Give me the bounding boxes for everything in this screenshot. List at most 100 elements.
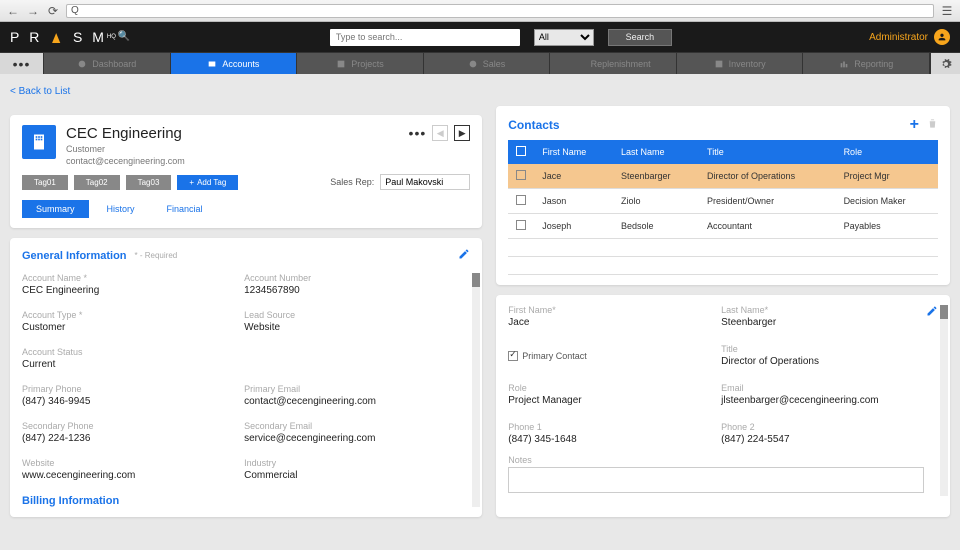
subtab-financial[interactable]: Financial [153,200,217,218]
field-value: Jace [508,317,711,328]
field-value: www.cecengineering.com [22,470,234,481]
sales-rep-label: Sales Rep: [330,177,374,187]
contacts-title: Contacts [508,118,559,132]
account-email-line: contact@cecengineering.com [66,156,185,166]
field-value: Commercial [244,470,456,481]
tag-chip[interactable]: Tag03 [126,175,172,190]
delete-contact-button[interactable] [927,118,938,132]
primary-contact-checkbox[interactable]: Primary Contact [508,344,711,367]
tab-dashboard[interactable]: Dashboard [44,53,171,74]
field-label: Notes [508,455,924,465]
notes-textarea[interactable] [508,467,924,493]
col-header[interactable]: Last Name [613,140,699,164]
back-icon[interactable]: ← [6,4,20,18]
logo: P R ▲ S MHQ [10,29,116,45]
field-value: Current [22,359,234,370]
tag-chip[interactable]: Tag02 [74,175,120,190]
field-value: (847) 224-5547 [721,434,924,445]
subtab-summary[interactable]: Summary [22,200,89,218]
field-value: CEC Engineering [22,285,234,296]
sales-rep-input[interactable] [380,174,470,190]
search-filter-select[interactable]: All [534,29,594,46]
tab-accounts[interactable]: Accounts [171,53,298,74]
field-value: jlsteenbarger@cecengineering.com [721,395,924,406]
field-label: Title [721,344,924,354]
url-bar[interactable]: Q [66,4,934,18]
row-checkbox[interactable] [516,170,526,180]
next-record-button[interactable]: ▶ [454,125,470,141]
col-header[interactable]: First Name [534,140,613,164]
nav-more-button[interactable]: ••• [0,53,44,74]
table-row [508,257,938,275]
field-label: Account Number [244,273,456,283]
field-value: Project Manager [508,395,711,406]
required-note: * - Required [135,251,178,260]
account-type-line: Customer [66,144,185,154]
subtab-history[interactable]: History [93,200,149,218]
account-more-icon[interactable]: ••• [409,125,427,141]
general-info-panel: General Information * - Required Account… [10,238,482,517]
plus-icon: + [189,178,194,187]
scrollbar-track[interactable] [472,273,480,507]
app-header: P R ▲ S MHQ 🔍 All Search Administrator [0,22,960,52]
user-menu[interactable]: Administrator [869,29,950,45]
table-row[interactable]: JasonZioloPresident/OwnerDecision Maker [508,189,938,214]
global-search-input[interactable] [330,29,520,46]
tab-projects[interactable]: Projects [297,53,424,74]
col-header[interactable]: Role [836,140,938,164]
tab-replenishment[interactable]: Replenishment [550,53,677,74]
field-label: Account Name * [22,273,234,283]
billing-section-title: Billing Information [22,495,456,507]
add-contact-button[interactable]: + [910,116,919,134]
select-all-checkbox[interactable] [516,146,526,156]
field-label: Last Name* [721,305,924,315]
field-label: Lead Source [244,310,456,320]
field-value: contact@cecengineering.com [244,396,456,407]
tab-inventory[interactable]: Inventory [677,53,804,74]
scrollbar-thumb[interactable] [940,305,948,319]
field-value: service@cecengineering.com [244,433,456,444]
field-label: Primary Phone [22,384,234,394]
field-label: Email [721,383,924,393]
scrollbar-thumb[interactable] [472,273,480,287]
field-label: Account Type * [22,310,234,320]
tab-reporting[interactable]: Reporting [803,53,930,74]
tab-sales[interactable]: Sales [424,53,551,74]
settings-button[interactable] [930,53,960,74]
tag-chip[interactable]: Tag01 [22,175,68,190]
field-label: Phone 2 [721,422,924,432]
field-label: Secondary Email [244,421,456,431]
field-label: First Name* [508,305,711,315]
row-checkbox[interactable] [516,195,526,205]
browser-menu-icon[interactable]: ☰ [940,4,954,18]
field-label: Account Status [22,347,234,357]
row-checkbox[interactable] [516,220,526,230]
edit-icon[interactable] [458,248,470,263]
field-label: Role [508,383,711,393]
prev-record-button[interactable]: ◀ [432,125,448,141]
contacts-table: First Name Last Name Title Role JaceStee… [508,140,938,275]
table-row[interactable]: JosephBedsoleAccountantPayables [508,214,938,239]
url-prefix: Q [71,5,79,16]
field-value: Customer [22,322,234,333]
add-tag-button[interactable]: +Add Tag [177,175,238,190]
field-value: (847) 346-9945 [22,396,234,407]
forward-icon[interactable]: → [26,4,40,18]
account-header-panel: CEC Engineering Customer contact@cecengi… [10,115,482,228]
scrollbar-track[interactable] [940,305,948,496]
contact-detail-panel: First Name* Jace Last Name* Steenbarger Pr… [496,295,950,517]
search-icon: 🔍 [118,31,130,42]
avatar-icon [934,29,950,45]
user-name: Administrator [869,32,928,43]
contacts-panel: Contacts + First Name Last Name Title Ro… [496,106,950,285]
back-to-list-link[interactable]: < Back to List [10,84,482,105]
field-value: Steenbarger [721,317,924,328]
browser-chrome: ← → ⟳ Q ☰ [0,0,960,22]
col-header[interactable]: Title [699,140,836,164]
reload-icon[interactable]: ⟳ [46,4,60,18]
search-button[interactable]: Search [608,29,672,46]
field-label: Secondary Phone [22,421,234,431]
field-value: Director of Operations [721,356,924,367]
field-label: Primary Email [244,384,456,394]
table-row[interactable]: JaceSteenbargerDirector of OperationsPro… [508,164,938,189]
